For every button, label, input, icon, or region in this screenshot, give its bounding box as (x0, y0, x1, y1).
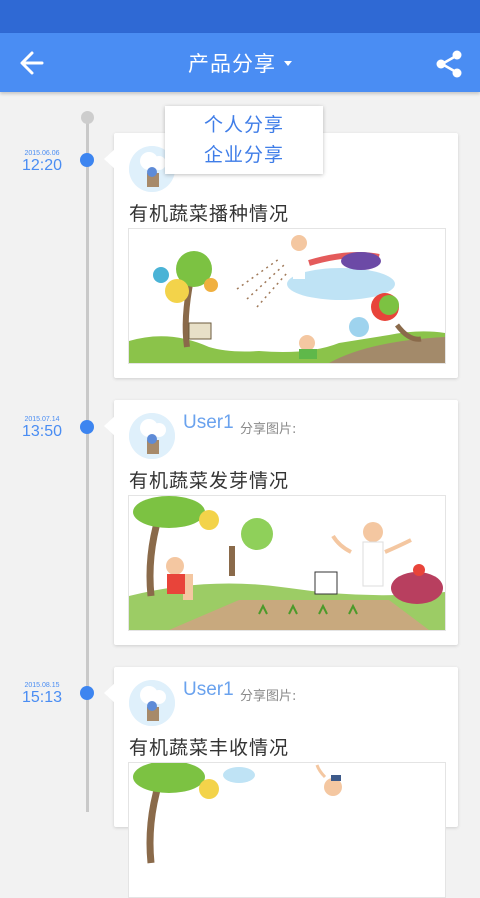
app-bar: 产品分享 (0, 33, 480, 92)
post-time: 12:20 (21, 157, 63, 174)
post-title: 有机蔬菜发芽情况 (129, 470, 290, 492)
cartoon-sprouting-illustration (129, 496, 445, 630)
post-image[interactable] (128, 228, 446, 364)
timeline-line (86, 112, 89, 812)
menu-item-personal-share[interactable]: 个人分享 (165, 110, 323, 140)
share-label: 分享图片: (240, 689, 297, 704)
avatar[interactable] (129, 413, 175, 459)
status-bar (0, 0, 480, 33)
title-dropdown-toggle[interactable]: 产品分享 (0, 33, 480, 92)
cartoon-seeding-illustration (129, 235, 445, 363)
post-time: 13:50 (21, 423, 63, 440)
username[interactable]: User1 (183, 412, 234, 434)
timeline-start-dot (81, 111, 94, 124)
menu-item-company-share[interactable]: 企业分享 (165, 140, 323, 170)
share-icon (436, 50, 462, 78)
timeline-dot (80, 420, 94, 434)
post-time: 15:13 (21, 689, 63, 706)
cartoon-harvest-illustration (133, 763, 342, 864)
post-card[interactable]: User1 分享图片: 有机蔬菜发芽情况 (104, 400, 458, 645)
timeline-dot (80, 686, 94, 700)
post-card[interactable]: User1 分享图片: 有机蔬菜丰收情况 (104, 667, 458, 898)
caret-down-icon (284, 61, 292, 66)
timeline-dot (80, 153, 94, 167)
avatar[interactable] (129, 680, 175, 726)
share-label: 分享图片: (240, 422, 297, 437)
username[interactable]: User1 (183, 679, 234, 701)
post-image[interactable] (128, 495, 446, 631)
post-title: 有机蔬菜丰收情况 (129, 737, 290, 759)
page-title: 产品分享 (188, 51, 276, 76)
share-button[interactable] (432, 47, 466, 81)
share-type-menu: 个人分享 企业分享 (165, 106, 323, 174)
post-title: 有机蔬菜播种情况 (129, 203, 290, 225)
post-image[interactable] (128, 762, 446, 898)
